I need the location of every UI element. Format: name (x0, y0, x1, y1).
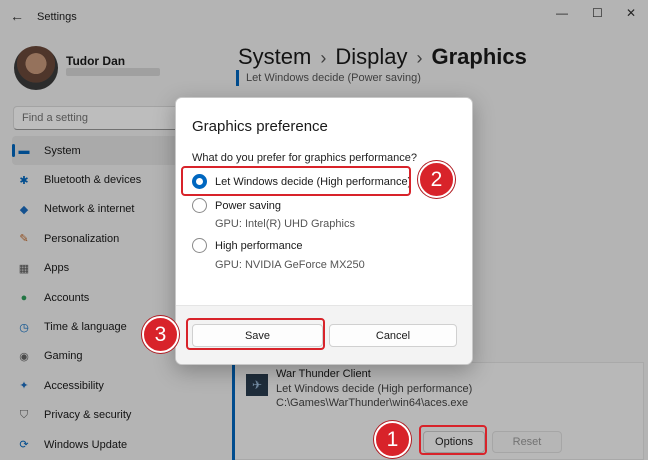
radio-button[interactable] (192, 198, 207, 213)
highlight-options (419, 425, 487, 455)
option-label: High performance (215, 239, 303, 252)
step-badge-1: 1 (374, 421, 411, 458)
highlight-let-windows-decide (181, 166, 411, 196)
gpu-note: GPU: Intel(R) UHD Graphics (215, 218, 355, 230)
step-badge-3: 3 (142, 316, 179, 353)
dialog-title: Graphics preference (192, 118, 328, 135)
highlight-save (186, 318, 325, 350)
step-badge-2: 2 (418, 161, 455, 198)
radio-button[interactable] (192, 238, 207, 253)
option-label: Power saving (215, 199, 282, 212)
option-high-performance[interactable]: High performance (192, 238, 302, 253)
cancel-button[interactable]: Cancel (329, 324, 457, 347)
option-power-saving[interactable]: Power saving (192, 198, 281, 213)
gpu-note: GPU: NVIDIA GeForce MX250 (215, 259, 365, 271)
dialog-question: What do you prefer for graphics performa… (192, 152, 418, 164)
